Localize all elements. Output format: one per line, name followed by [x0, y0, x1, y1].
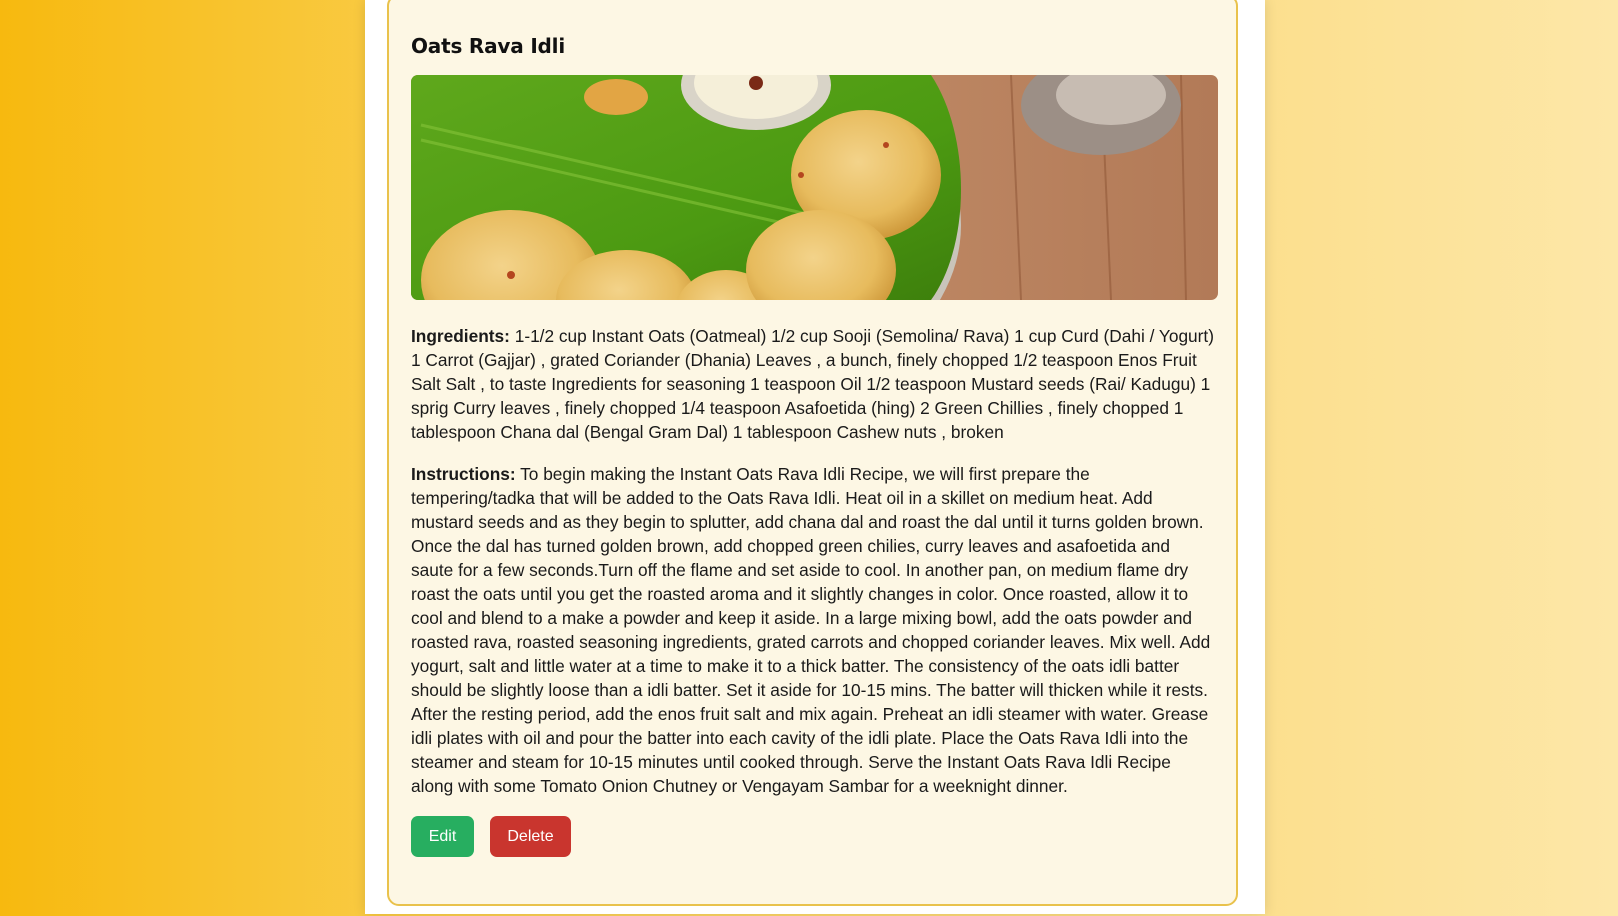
delete-button[interactable]: Delete: [490, 816, 571, 857]
instructions-text: To begin making the Instant Oats Rava Id…: [411, 464, 1211, 796]
instructions-label: Instructions:: [411, 464, 516, 484]
edit-button[interactable]: Edit: [411, 816, 474, 857]
recipe-card: Oats Rava Idli Ingredients: 1-1/2 cup In…: [387, 0, 1238, 906]
recipe-actions: Edit Delete: [411, 816, 1214, 857]
recipe-image: [411, 75, 1218, 300]
recipe-image-graphic: [411, 75, 1218, 300]
recipe-title: Oats Rava Idli: [411, 34, 565, 58]
page-panel: Oats Rava Idli Ingredients: 1-1/2 cup In…: [365, 0, 1265, 914]
ingredients-paragraph: Ingredients: 1-1/2 cup Instant Oats (Oat…: [411, 324, 1214, 444]
ingredients-text: 1-1/2 cup Instant Oats (Oatmeal) 1/2 cup…: [411, 326, 1214, 442]
ingredients-label: Ingredients:: [411, 326, 510, 346]
instructions-paragraph: Instructions: To begin making the Instan…: [411, 462, 1214, 798]
